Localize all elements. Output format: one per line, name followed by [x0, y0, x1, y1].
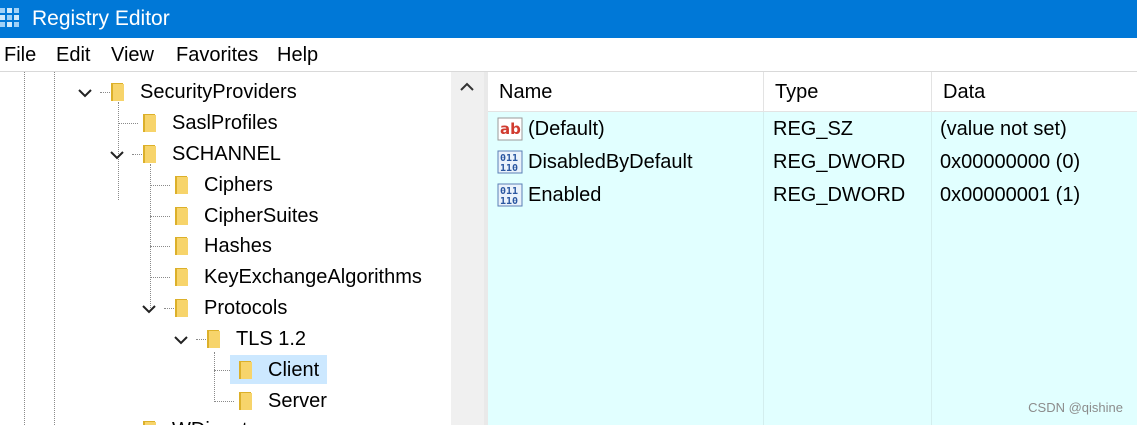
value-data: (value not set) — [940, 118, 1067, 140]
folder-icon — [143, 145, 156, 163]
chevron-down-icon[interactable] — [109, 148, 125, 162]
folder-icon — [175, 207, 188, 225]
tree-scrollbar[interactable] — [451, 72, 484, 425]
menu-edit[interactable]: Edit — [56, 43, 90, 67]
folder-icon — [239, 392, 252, 410]
menu-view[interactable]: View — [111, 43, 154, 67]
menu-file[interactable]: File — [4, 43, 36, 67]
chevron-down-icon[interactable] — [141, 302, 157, 316]
folder-icon — [143, 114, 156, 132]
registry-values-list[interactable]: Name Type Data ab (Default) REG_SZ (valu… — [488, 72, 1137, 425]
chevron-down-icon[interactable] — [77, 86, 93, 100]
menu-help[interactable]: Help — [277, 43, 318, 67]
tree-node-ciphers[interactable]: Ciphers — [0, 170, 450, 200]
menu-bar: File Edit View Favorites Help — [0, 38, 1137, 72]
svg-text:ab: ab — [500, 120, 521, 138]
tree-node-schannel[interactable]: SCHANNEL — [0, 139, 450, 169]
value-type: REG_DWORD — [773, 184, 906, 206]
svg-text:110: 110 — [500, 196, 518, 207]
folder-icon — [175, 176, 188, 194]
value-data: 0x00000001 (1) — [940, 184, 1081, 206]
column-header-data[interactable]: Data — [932, 72, 1137, 112]
binary-value-icon: 011 110 — [497, 183, 523, 207]
value-row-disabledbydefault[interactable]: 011 110 DisabledByDefault REG_DWORD 0x00… — [488, 146, 1137, 179]
value-type: REG_DWORD — [773, 151, 906, 173]
value-type: REG_SZ — [773, 118, 854, 140]
folder-icon — [175, 299, 188, 317]
folder-icon — [143, 421, 156, 425]
tree-node-keyexchangealgorithms[interactable]: KeyExchangeAlgorithms — [0, 262, 450, 292]
watermark-text: CSDN @qishine — [1028, 400, 1123, 415]
chevron-down-icon[interactable] — [173, 333, 189, 347]
svg-text:110: 110 — [500, 163, 518, 174]
scroll-up-arrow-icon[interactable] — [459, 80, 475, 94]
window-title: Registry Editor — [32, 7, 170, 30]
value-name: Enabled — [528, 184, 602, 206]
tree-node-saslprofiles[interactable]: SaslProfiles — [0, 108, 450, 138]
registry-editor-app-icon — [0, 8, 19, 27]
folder-icon — [239, 361, 252, 379]
value-name: DisabledByDefault — [528, 151, 693, 173]
folder-icon — [207, 330, 220, 348]
tree-node-ciphersuites[interactable]: CipherSuites — [0, 201, 450, 231]
folder-icon — [175, 237, 188, 255]
value-row-default[interactable]: ab (Default) REG_SZ (value not set) — [488, 113, 1137, 146]
value-row-enabled[interactable]: 011 110 Enabled REG_DWORD 0x00000001 (1) — [488, 179, 1137, 212]
title-bar[interactable]: Registry Editor — [0, 0, 1137, 38]
registry-key-tree[interactable]: SecurityProviders SaslProfiles SCHANNEL … — [0, 72, 484, 425]
folder-icon — [111, 83, 124, 101]
tree-node-tls-1-2[interactable]: TLS 1.2 — [0, 324, 450, 354]
tree-node-hashes[interactable]: Hashes — [0, 231, 450, 261]
tree-node-wdigest[interactable]: WDigest — [0, 415, 450, 425]
tree-node-client[interactable]: Client — [0, 355, 450, 385]
string-value-icon: ab — [497, 117, 523, 141]
value-data: 0x00000000 (0) — [940, 151, 1081, 173]
tree-node-protocols[interactable]: Protocols — [0, 293, 450, 323]
tree-node-securityproviders[interactable]: SecurityProviders — [0, 77, 450, 107]
column-header-name[interactable]: Name — [488, 72, 764, 112]
tree-node-server[interactable]: Server — [0, 386, 450, 416]
binary-value-icon: 011 110 — [497, 150, 523, 174]
column-header-type[interactable]: Type — [764, 72, 932, 112]
menu-favorites[interactable]: Favorites — [176, 43, 258, 67]
folder-icon — [175, 268, 188, 286]
value-name: (Default) — [528, 118, 605, 140]
